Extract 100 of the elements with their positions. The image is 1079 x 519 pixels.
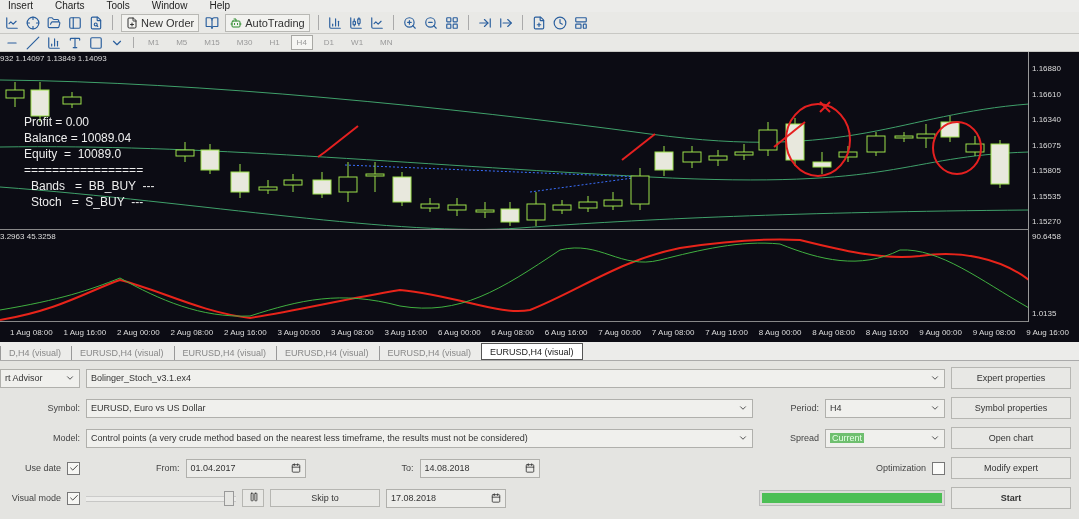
- candle: [312, 171, 332, 199]
- candle: [420, 197, 440, 213]
- calendar-icon[interactable]: [491, 493, 501, 503]
- line-chart-icon[interactable]: [368, 14, 385, 31]
- menu-item[interactable]: Window: [151, 0, 188, 12]
- candlestick-icon[interactable]: [347, 14, 364, 31]
- time-label: 3 Aug 08:00: [330, 327, 374, 337]
- clock-icon[interactable]: [551, 14, 568, 31]
- symbol-dropdown[interactable]: EURUSD, Euro vs US Dollar: [86, 398, 753, 418]
- time-label: 8 Aug 08:00: [812, 327, 855, 337]
- advisor-type-dropdown[interactable]: rt Advisor: [0, 368, 80, 388]
- time-label: 1 Aug 08:00: [10, 327, 53, 337]
- candle: [916, 123, 936, 149]
- signal-text: Bands = BB_BUY ---: [30, 178, 155, 194]
- check-icon: [68, 493, 79, 503]
- candle: [812, 151, 832, 175]
- grid-icon[interactable]: [443, 14, 460, 31]
- label-icon[interactable]: [88, 34, 104, 51]
- caret-icon: [738, 403, 748, 413]
- zoom-in-icon[interactable]: [401, 14, 418, 31]
- visual-mode-checkbox[interactable]: [67, 491, 80, 505]
- zoom-out-icon[interactable]: [422, 14, 439, 31]
- from-date-field[interactable]: 01.04.2017: [185, 458, 306, 478]
- visual-mode-label: Visual mode: [11, 493, 61, 503]
- time-label: 7 Aug 00:00: [598, 327, 642, 337]
- account-info-text: Profit = 0.00: [24, 114, 91, 130]
- pause-icon: [249, 492, 259, 502]
- period-label: Period:: [789, 403, 819, 413]
- menu-item[interactable]: Charts: [55, 0, 85, 12]
- candle: [552, 199, 572, 215]
- robot-icon: [230, 16, 243, 29]
- calendar-icon[interactable]: [290, 463, 301, 473]
- candle: [603, 191, 623, 211]
- chart-tab[interactable]: EURUSD,H4 (visual): [481, 343, 583, 360]
- model-dropdown[interactable]: Control points (a very crude method based on the nearest less timeframe, the results must not be considered): [86, 428, 753, 448]
- to-date-field[interactable]: 14.08.2018: [419, 458, 540, 478]
- time-label: 6 Aug 08:00: [491, 327, 535, 337]
- book-icon[interactable]: [204, 14, 221, 31]
- period-dropdown[interactable]: H4: [825, 398, 945, 418]
- to-label: To:: [401, 463, 414, 473]
- diagonal-line-icon[interactable]: [25, 34, 41, 51]
- hand-drawn-circle: [932, 121, 982, 175]
- candle: [654, 145, 674, 177]
- modify-expert-button[interactable]: Modify expert: [951, 457, 1071, 479]
- calendar-icon[interactable]: [524, 463, 535, 473]
- document-search-icon[interactable]: [88, 14, 104, 31]
- indicator-label: 90.6458: [1032, 232, 1062, 241]
- optimization-checkbox[interactable]: [932, 461, 945, 475]
- menu-item[interactable]: Help: [209, 0, 230, 12]
- crosshair-icon[interactable]: [25, 14, 41, 31]
- chart-icon[interactable]: [4, 14, 20, 31]
- bar-chart-icon[interactable]: [326, 14, 343, 31]
- candle: [475, 201, 495, 219]
- use-date-checkbox[interactable]: [67, 461, 80, 475]
- time-label: 9 Aug 00:00: [919, 327, 962, 337]
- template-icon[interactable]: [572, 14, 589, 31]
- symbol-properties-button[interactable]: Symbol properties: [951, 397, 1071, 419]
- account-info-text: Balance = 10089.04: [24, 130, 133, 146]
- candle: [838, 145, 858, 163]
- from-label: From:: [156, 463, 180, 473]
- candle: [5, 81, 25, 108]
- open-chart-button[interactable]: Open chart: [951, 427, 1071, 449]
- symbol-label: Symbol:: [46, 403, 80, 413]
- indicator-header: 3.2963 45.3258: [0, 232, 56, 241]
- menu-item[interactable]: Insert: [8, 0, 33, 12]
- start-button[interactable]: Start: [951, 487, 1071, 509]
- candle: [578, 195, 598, 213]
- candle: [283, 173, 303, 193]
- document-plus-icon: [126, 16, 138, 29]
- price-label: 1.15270: [1032, 217, 1062, 226]
- hand-drawn-cross-mark: [819, 101, 831, 113]
- caret-icon: [930, 403, 940, 413]
- skip-to-button[interactable]: Skip to: [270, 489, 380, 507]
- time-label: 2 Aug 00:00: [116, 327, 160, 337]
- candle: [682, 145, 702, 169]
- candle: [392, 171, 412, 207]
- candle: [62, 91, 82, 109]
- candle: [866, 131, 886, 157]
- candle: [894, 131, 914, 143]
- caret-icon: [930, 433, 940, 443]
- expert-properties-button[interactable]: Expert properties: [951, 367, 1071, 389]
- panel-icon[interactable]: [67, 14, 83, 31]
- price-label: 1.15805: [1032, 166, 1062, 175]
- spread-label: Spread: [788, 433, 819, 443]
- hand-drawn-check-mark: [317, 125, 359, 158]
- candle: [990, 139, 1010, 189]
- new-order-button[interactable]: New Order: [121, 13, 200, 32]
- menu-item[interactable]: Tools: [106, 0, 130, 12]
- candle: [500, 201, 520, 227]
- candle: [708, 149, 728, 167]
- time-label: 9 Aug 16:00: [1026, 327, 1069, 337]
- time-label: 7 Aug 08:00: [651, 327, 695, 337]
- skip-date-field[interactable]: 17.08.2018: [386, 488, 506, 508]
- folder-icon[interactable]: [46, 14, 62, 31]
- expert-file-dropdown[interactable]: Bolinger_Stoch_v3.1.ex4: [86, 368, 945, 388]
- autotrading-button[interactable]: AutoTrading: [225, 13, 310, 32]
- candle: [630, 167, 650, 211]
- pause-button[interactable]: [242, 489, 264, 507]
- slider-thumb[interactable]: [223, 490, 234, 506]
- caret-icon: [738, 433, 748, 443]
